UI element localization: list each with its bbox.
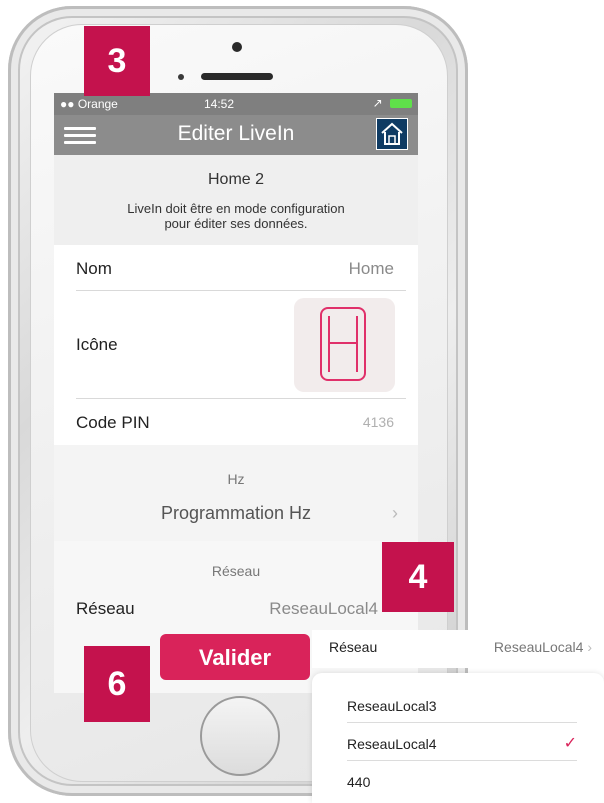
home-icon[interactable] xyxy=(376,118,408,150)
step-badge-6: 6 xyxy=(84,646,150,722)
row-nom[interactable]: Nom Home xyxy=(54,245,418,291)
nom-value: Home xyxy=(348,259,394,278)
status-right: ↗ xyxy=(373,96,412,110)
programmation-hz-link[interactable]: Programmation Hz xyxy=(54,503,418,524)
row-pin[interactable]: Code PIN 4136 xyxy=(54,399,418,445)
hz-section: Hz Programmation Hz › xyxy=(54,445,418,541)
step-badge-4: 4 xyxy=(382,542,454,612)
list-item[interactable]: ReseauLocal3 xyxy=(347,685,577,723)
chevron-right-icon: › xyxy=(587,639,592,655)
front-camera xyxy=(232,42,242,52)
earpiece-speaker xyxy=(201,73,273,80)
battery-icon xyxy=(390,99,412,109)
popup-reseau-value: ReseauLocal4 › xyxy=(493,639,592,655)
device-title: Home 2 xyxy=(207,171,265,188)
reseau-section-label: Réseau xyxy=(211,563,261,579)
nav-bar: Editer LiveIn xyxy=(54,115,418,155)
reseau-label: Réseau xyxy=(76,599,135,618)
proximity-sensor xyxy=(178,74,184,80)
device-header: Home 2 LiveIn doit être en mode configur… xyxy=(54,155,418,245)
valider-button[interactable]: Valider xyxy=(160,634,310,680)
pin-value: 4136 xyxy=(362,414,394,430)
row-reseau[interactable]: Réseau ReseauLocal4 xyxy=(54,585,418,631)
nom-label: Nom xyxy=(76,259,112,278)
icone-label: Icône xyxy=(76,335,118,354)
config-message: LiveIn doit être en mode configuration p… xyxy=(127,201,345,231)
reseau-value: ReseauLocal4 xyxy=(269,599,378,618)
home-button[interactable] xyxy=(200,696,280,776)
step-badge-3: 3 xyxy=(84,26,150,96)
location-icon: ↗ xyxy=(372,96,383,110)
list-item[interactable]: 440 xyxy=(347,761,577,799)
status-time: 14:52 xyxy=(204,97,235,111)
row-icone[interactable]: Icône xyxy=(54,291,418,399)
list-item[interactable]: ReseauLocal4 ✓ xyxy=(347,723,577,761)
h-device-icon xyxy=(320,307,366,381)
hz-label: Hz xyxy=(227,471,245,487)
device-icon-preview[interactable] xyxy=(294,298,395,392)
chevron-right-icon: › xyxy=(392,503,398,523)
reseau-options-list: ReseauLocal3 ReseauLocal4 ✓ 440 xyxy=(312,673,604,803)
page-title: Editer LiveIn xyxy=(177,122,295,145)
carrier-label: ●● Orange xyxy=(60,97,118,111)
popup-reseau-row[interactable]: Réseau ReseauLocal4 › xyxy=(312,630,604,668)
status-bar: ●● Orange 14:52 ↗ xyxy=(54,93,418,115)
app-screen: ●● Orange 14:52 ↗ Editer LiveIn Home 2 L… xyxy=(54,93,418,693)
popup-reseau-label: Réseau xyxy=(329,639,378,655)
reseau-section: Réseau xyxy=(54,541,418,585)
pin-label: Code PIN xyxy=(76,413,150,432)
checkmark-icon: ✓ xyxy=(563,735,577,752)
